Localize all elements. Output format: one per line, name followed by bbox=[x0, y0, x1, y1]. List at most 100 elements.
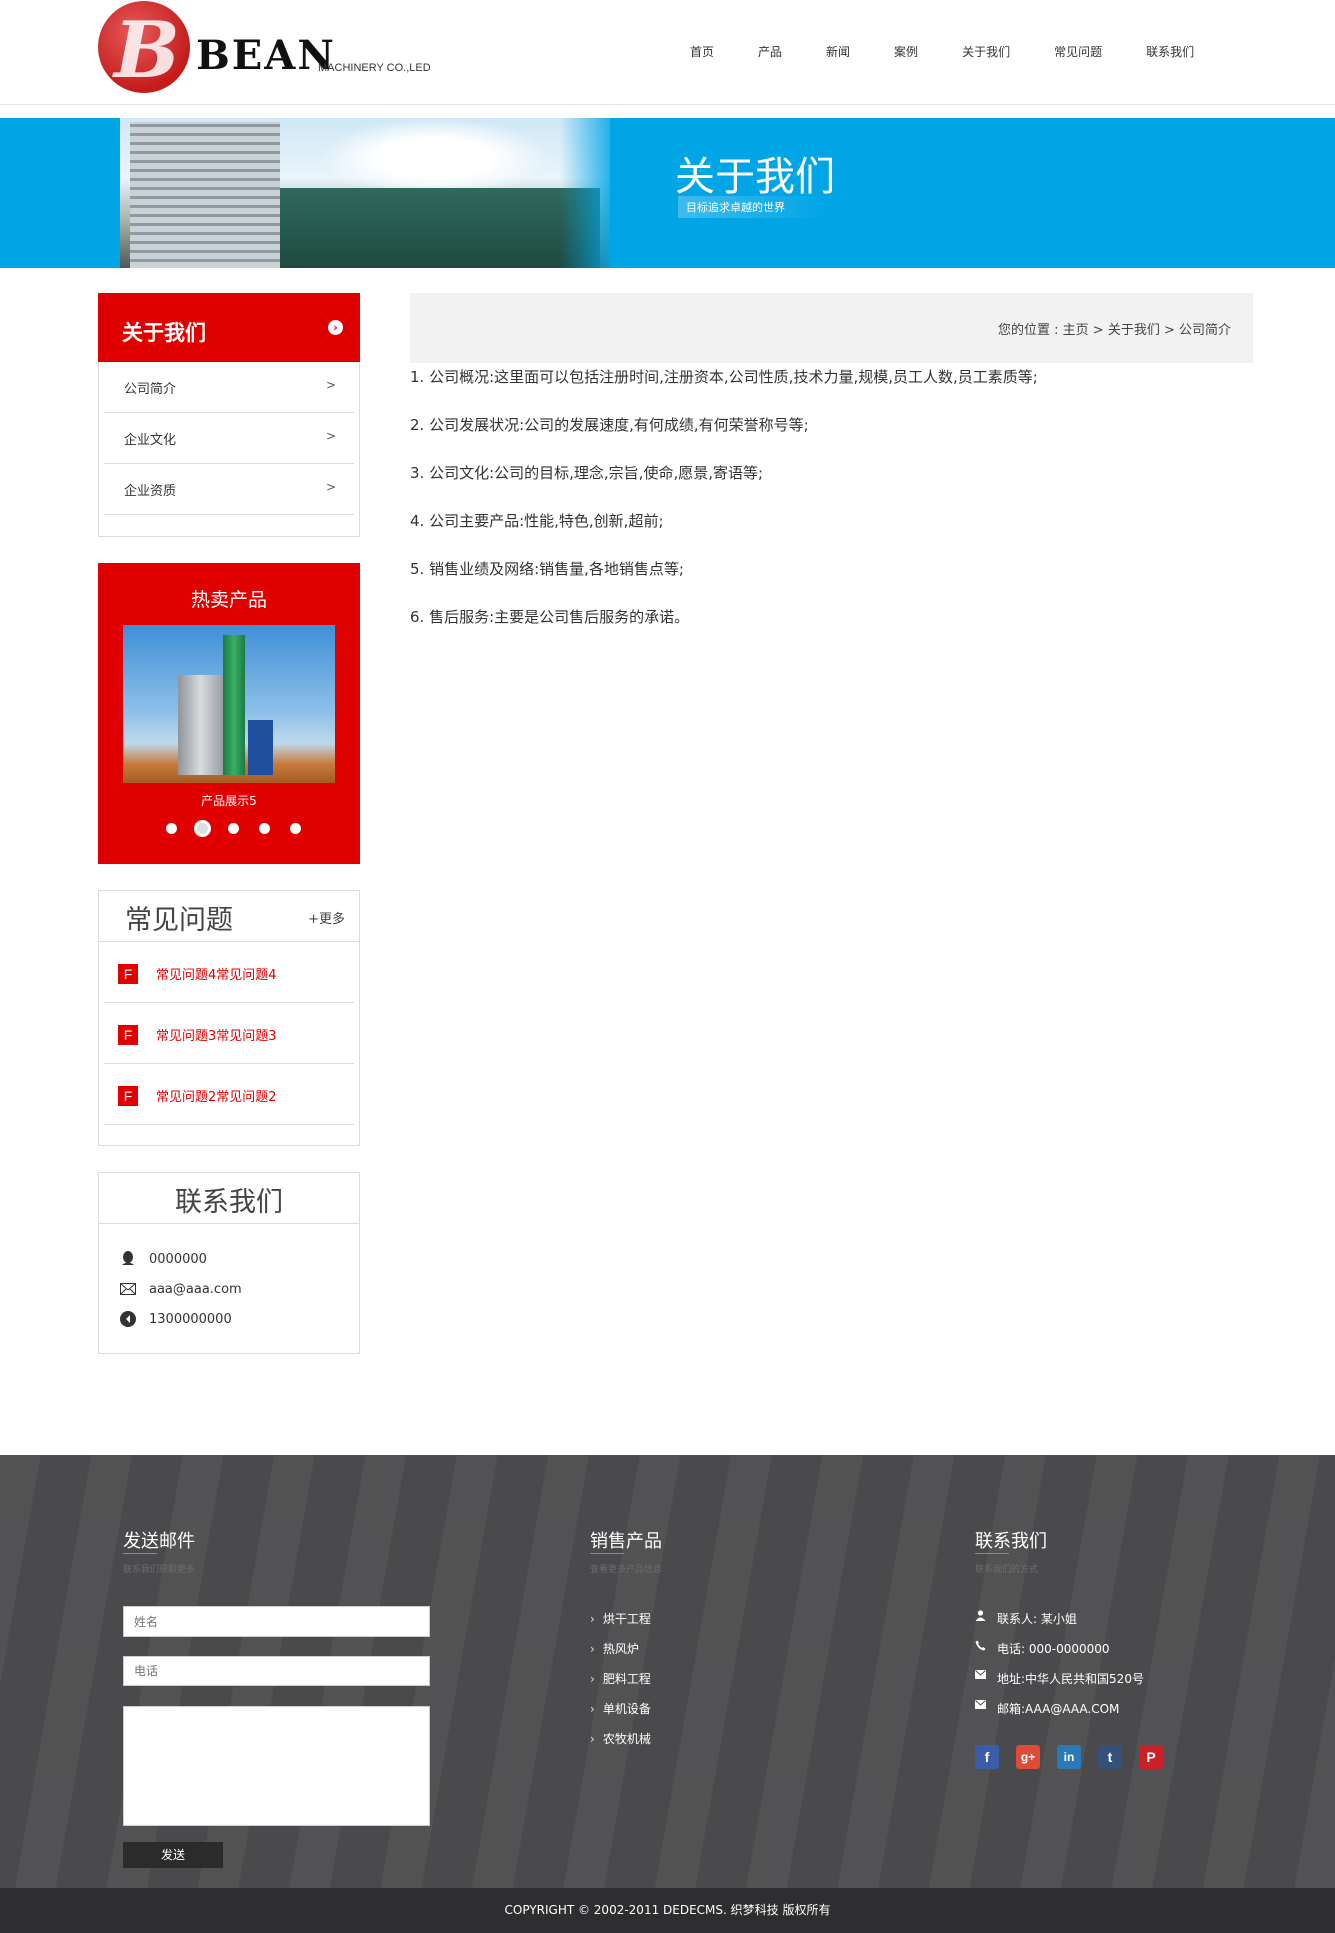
social-links: f g+ in t P bbox=[975, 1745, 1180, 1769]
faq-question[interactable]: 常见问题3常见问题3 bbox=[156, 1025, 277, 1044]
hot-product-image[interactable] bbox=[123, 625, 335, 783]
phone-input[interactable] bbox=[123, 1656, 430, 1686]
google-plus-icon[interactable]: g+ bbox=[1016, 1745, 1040, 1769]
envelope-icon bbox=[119, 1280, 137, 1298]
faq-badge-icon: F bbox=[118, 1025, 138, 1045]
main-nav: 首页 产品 新闻 案例 关于我们 常见问题 联系我们 bbox=[690, 43, 1238, 60]
phone-icon bbox=[975, 1640, 987, 1652]
contact-header: 联系我们 bbox=[99, 1173, 359, 1224]
nav-news[interactable]: 新闻 bbox=[826, 43, 850, 60]
contact-email-value[interactable]: aaa@aaa.com bbox=[149, 1282, 242, 1297]
footer-mail-sub: 联系我们获取更多 bbox=[123, 1565, 196, 1575]
faq-badge-icon: F bbox=[118, 1086, 138, 1106]
faq-question[interactable]: 常见问题4常见问题4 bbox=[156, 964, 277, 983]
footer-contact-addr-text: 地址:中华人民共和国520号 bbox=[997, 1672, 1144, 1686]
carousel-dot[interactable] bbox=[259, 823, 270, 834]
mailbox-icon bbox=[975, 1670, 987, 1682]
product-silo-blue bbox=[248, 720, 273, 775]
nav-contact[interactable]: 联系我们 bbox=[1146, 43, 1194, 60]
logo-letter: B bbox=[114, 5, 180, 96]
content-paragraph: 5. 销售业绩及网络:销售量,各地销售点等; bbox=[410, 560, 684, 578]
footer-contact-sub: 联系我们的方式 bbox=[975, 1565, 1039, 1575]
arrow-right-icon: > bbox=[325, 480, 336, 494]
faq-panel: 常见问题 +更多 F 常见问题4常见问题4 F 常见问题3常见问题3 F 常见问… bbox=[98, 890, 360, 1146]
about-item-qualification[interactable]: 企业资质 > bbox=[104, 464, 354, 515]
copyright: COPYRIGHT © 2002-2011 DEDECMS. 织梦科技 版权所有 bbox=[0, 1888, 1335, 1933]
message-textarea[interactable] bbox=[123, 1706, 430, 1826]
about-menu-header: 关于我们 › bbox=[98, 293, 360, 362]
arrow-right-icon: > bbox=[325, 378, 336, 392]
banner-cloud bbox=[320, 118, 550, 198]
logo-emblem: B bbox=[98, 1, 190, 96]
hot-products: 热卖产品 产品展示5 bbox=[98, 563, 360, 864]
footer-product-link[interactable]: 烘干工程 bbox=[590, 1610, 651, 1640]
about-item-culture[interactable]: 企业文化 > bbox=[104, 413, 354, 464]
carousel-dot[interactable] bbox=[166, 823, 177, 834]
about-menu-title: 关于我们 bbox=[122, 321, 206, 345]
banner-factory-photo bbox=[120, 118, 610, 268]
contact-qq: 0000000 bbox=[119, 1250, 207, 1268]
footer-contact-title: 联系我们 bbox=[975, 1531, 1047, 1552]
content-paragraph: 1. 公司概况:这里面可以包括注册时间,注册资本,公司性质,技术力量,规模,员工… bbox=[410, 368, 1038, 386]
hot-product-caption[interactable]: 产品展示5 bbox=[98, 792, 360, 809]
footer-divider bbox=[975, 1553, 1009, 1554]
footer-product-link[interactable]: 热风炉 bbox=[590, 1640, 651, 1670]
breadcrumb-bar: 您的位置 : 主页 > 关于我们 > 公司简介 bbox=[410, 293, 1253, 363]
envelope-icon bbox=[975, 1700, 987, 1712]
about-item-label: 公司简介 bbox=[124, 382, 177, 397]
faq-item[interactable]: F 常见问题2常见问题2 bbox=[104, 1064, 354, 1125]
send-button[interactable]: 发送 bbox=[123, 1842, 223, 1868]
faq-question[interactable]: 常见问题2常见问题2 bbox=[156, 1086, 277, 1105]
banner-subtitle: 目标追求卓越的世界 bbox=[678, 196, 828, 218]
nav-about[interactable]: 关于我们 bbox=[962, 43, 1010, 60]
breadcrumb[interactable]: 您的位置 : 主页 > 关于我们 > 公司简介 bbox=[998, 319, 1231, 338]
footer-divider bbox=[123, 1553, 157, 1554]
carousel-dot[interactable] bbox=[290, 823, 301, 834]
facebook-icon[interactable]: f bbox=[975, 1745, 999, 1769]
arrow-right-icon: > bbox=[325, 429, 336, 443]
footer-contact-mail-text[interactable]: 邮箱:AAA@AAA.COM bbox=[997, 1700, 1119, 1717]
footer-contact-person: 联系人: 某小姐 bbox=[975, 1610, 1144, 1640]
faq-title: 常见问题 bbox=[125, 905, 233, 936]
product-silo-grey bbox=[178, 675, 223, 775]
logo[interactable]: B BEAN MACHINERY CO.,LED bbox=[98, 0, 438, 96]
site-footer: 发送邮件 联系我们获取更多 发送 销售产品 查看更多产品信息 烘干工程 热风炉 … bbox=[0, 1455, 1335, 1888]
banner-fade bbox=[560, 118, 620, 268]
footer-product-link[interactable]: 农牧机械 bbox=[590, 1730, 651, 1760]
content-paragraph: 6. 售后服务:主要是公司售后服务的承诺。 bbox=[410, 608, 690, 626]
name-input[interactable] bbox=[123, 1606, 430, 1637]
carousel-dot[interactable] bbox=[228, 823, 239, 834]
product-silo-green bbox=[223, 635, 245, 775]
footer-contact-addr: 地址:中华人民共和国520号 bbox=[975, 1670, 1144, 1700]
nav-faq[interactable]: 常见问题 bbox=[1054, 43, 1102, 60]
carousel-dot-active[interactable] bbox=[194, 820, 211, 837]
footer-mail-title: 发送邮件 bbox=[123, 1531, 195, 1552]
nav-home[interactable]: 首页 bbox=[690, 43, 714, 60]
linkedin-icon[interactable]: in bbox=[1057, 1745, 1081, 1769]
footer-contact-tel: 电话: 000-0000000 bbox=[975, 1640, 1144, 1670]
faq-item[interactable]: F 常见问题3常见问题3 bbox=[104, 1003, 354, 1064]
footer-divider bbox=[590, 1553, 624, 1554]
about-item-profile[interactable]: 公司简介 > bbox=[104, 362, 354, 413]
footer-contact-person-text: 联系人: 某小姐 bbox=[997, 1612, 1077, 1626]
footer-product-link[interactable]: 单机设备 bbox=[590, 1700, 651, 1730]
footer-product-link[interactable]: 肥料工程 bbox=[590, 1670, 651, 1700]
nav-products[interactable]: 产品 bbox=[758, 43, 782, 60]
hot-products-title: 热卖产品 bbox=[190, 589, 267, 611]
carousel-dots bbox=[166, 820, 321, 837]
about-item-label: 企业文化 bbox=[124, 433, 177, 448]
faq-more-link[interactable]: +更多 bbox=[308, 908, 345, 927]
page-banner: 关于我们 目标追求卓越的世界 bbox=[0, 118, 1335, 268]
banner-building-left bbox=[130, 122, 280, 268]
faq-item[interactable]: F 常见问题4常见问题4 bbox=[104, 942, 354, 1003]
logo-subtitle: MACHINERY CO.,LED bbox=[318, 62, 431, 74]
site-header: B BEAN MACHINERY CO.,LED 首页 产品 新闻 案例 关于我… bbox=[0, 0, 1335, 105]
content-paragraph: 2. 公司发展状况:公司的发展速度,有何成绩,有何荣誉称号等; bbox=[410, 416, 809, 434]
contact-email: aaa@aaa.com bbox=[119, 1280, 242, 1298]
footer-product-list: 烘干工程 热风炉 肥料工程 单机设备 农牧机械 bbox=[590, 1610, 651, 1760]
nav-cases[interactable]: 案例 bbox=[894, 43, 918, 60]
footer-products-sub: 查看更多产品信息 bbox=[590, 1565, 663, 1575]
pinterest-icon[interactable]: P bbox=[1139, 1745, 1163, 1769]
tumblr-icon[interactable]: t bbox=[1098, 1745, 1122, 1769]
footer-contact-list: 联系人: 某小姐 电话: 000-0000000 地址:中华人民共和国520号 … bbox=[975, 1610, 1144, 1730]
